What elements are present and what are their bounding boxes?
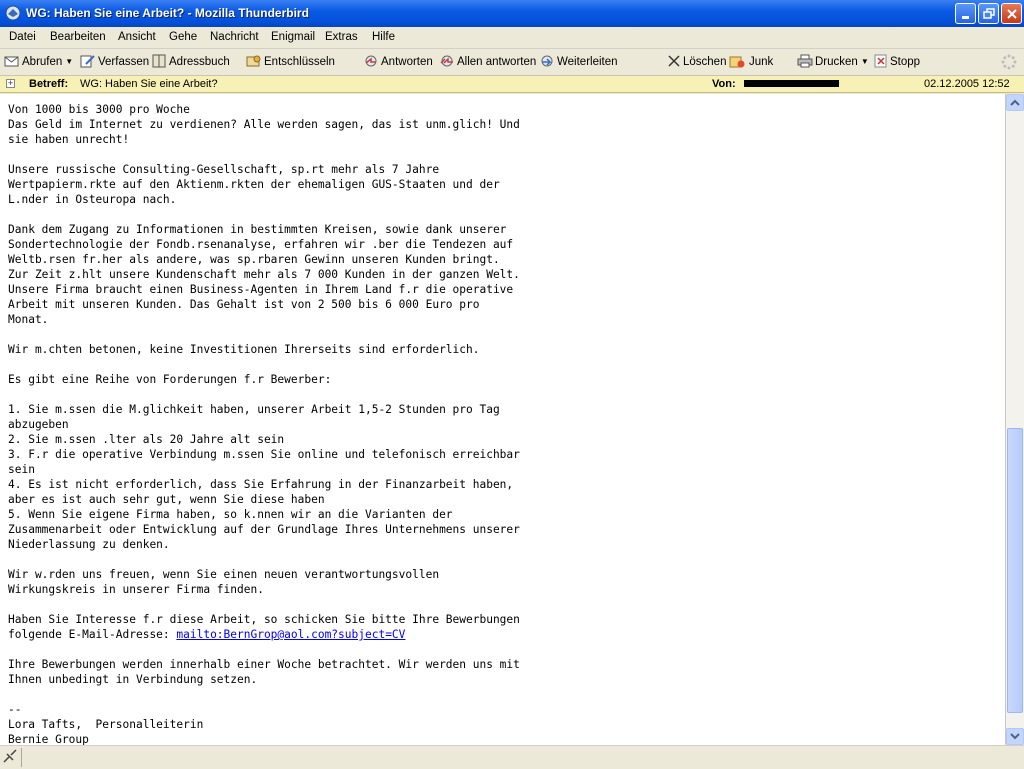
stop-button[interactable]: Stopp: [874, 54, 920, 72]
date-value: 02.12.2005 12:52: [924, 78, 1010, 90]
from-value-redacted[interactable]: [744, 79, 839, 91]
reply-icon: [363, 54, 379, 71]
addressbook-icon: [151, 54, 167, 71]
chevron-down-icon: [1010, 733, 1020, 740]
compose-button[interactable]: Verfassen: [80, 54, 149, 72]
maximize-icon: [983, 8, 995, 19]
throbber-icon: [1001, 54, 1017, 73]
subject-value: WG: Haben Sie eine Arbeit?: [80, 78, 218, 90]
print-icon: [797, 54, 813, 71]
addressbook-button[interactable]: Adressbuch: [151, 54, 230, 72]
status-bar: [0, 745, 1024, 768]
thunderbird-icon: [5, 5, 21, 21]
get-mail-button[interactable]: Abrufen ▼: [4, 54, 73, 72]
delete-icon: [667, 54, 681, 71]
menu-bearbeiten[interactable]: Bearbeiten: [50, 31, 106, 43]
menu-hilfe[interactable]: Hilfe: [372, 31, 395, 43]
close-icon: [1007, 9, 1017, 19]
maximize-button[interactable]: [978, 3, 999, 24]
get-mail-icon: [4, 54, 20, 71]
body-text-before-link: Von 1000 bis 3000 pro Woche Das Geld im …: [8, 103, 520, 641]
message-header: + Betreff: WG: Haben Sie eine Arbeit? Vo…: [0, 76, 1024, 93]
junk-icon: [729, 54, 747, 71]
menu-datei[interactable]: Datei: [9, 31, 36, 43]
reply-button[interactable]: Antworten: [363, 54, 433, 72]
stop-icon: [874, 54, 888, 71]
chevron-down-icon[interactable]: ▼: [861, 57, 869, 66]
from-label: Von:: [712, 78, 736, 90]
window-title: WG: Haben Sie eine Arbeit? - Mozilla Thu…: [26, 6, 309, 20]
decrypt-icon: [246, 54, 262, 71]
menu-nachricht[interactable]: Nachricht: [210, 31, 259, 43]
close-button[interactable]: [1001, 3, 1022, 24]
print-button[interactable]: Drucken ▼: [797, 54, 869, 72]
expand-icon[interactable]: +: [6, 79, 15, 88]
menu-bar: Datei Bearbeiten Ansicht Gehe Nachricht …: [0, 27, 1024, 49]
body-text-after-link: Ihre Bewerbungen werden innerhalb einer …: [8, 658, 520, 745]
minimize-icon: [962, 16, 969, 19]
minimize-button[interactable]: [955, 3, 976, 24]
compose-icon: [80, 54, 96, 71]
message-body: Von 1000 bis 3000 pro Woche Das Geld im …: [0, 94, 1006, 745]
vertical-scrollbar[interactable]: [1006, 94, 1024, 745]
online-status-icon[interactable]: [0, 748, 22, 767]
message-text: Von 1000 bis 3000 pro Woche Das Geld im …: [8, 102, 520, 745]
chevron-down-icon[interactable]: ▼: [65, 57, 73, 66]
toolbar: Abrufen ▼ Verfassen Adressbuch Entschlüss…: [0, 50, 1024, 76]
forward-button[interactable]: Weiterleiten: [539, 54, 618, 72]
forward-icon: [539, 54, 555, 71]
menu-gehe[interactable]: Gehe: [169, 31, 197, 43]
menu-enigmail[interactable]: Enigmail: [271, 31, 315, 43]
scroll-thumb[interactable]: [1007, 428, 1023, 713]
subject-label: Betreff:: [29, 78, 69, 90]
decrypt-button[interactable]: Entschlüsseln: [246, 54, 335, 72]
scroll-up-button[interactable]: [1006, 94, 1024, 111]
menu-ansicht[interactable]: Ansicht: [118, 31, 156, 43]
chevron-up-icon: [1010, 99, 1020, 106]
title-bar: WG: Haben Sie eine Arbeit? - Mozilla Thu…: [0, 0, 1024, 27]
scroll-down-button[interactable]: [1006, 728, 1024, 745]
email-link[interactable]: mailto:BernGrop@aol.com?subject=CV: [176, 628, 405, 641]
reply-all-button[interactable]: Allen antworten: [439, 54, 536, 72]
reply-all-icon: [439, 54, 455, 71]
menu-extras[interactable]: Extras: [325, 31, 358, 43]
delete-button[interactable]: Löschen: [667, 54, 726, 72]
junk-button[interactable]: Junk: [729, 54, 773, 72]
